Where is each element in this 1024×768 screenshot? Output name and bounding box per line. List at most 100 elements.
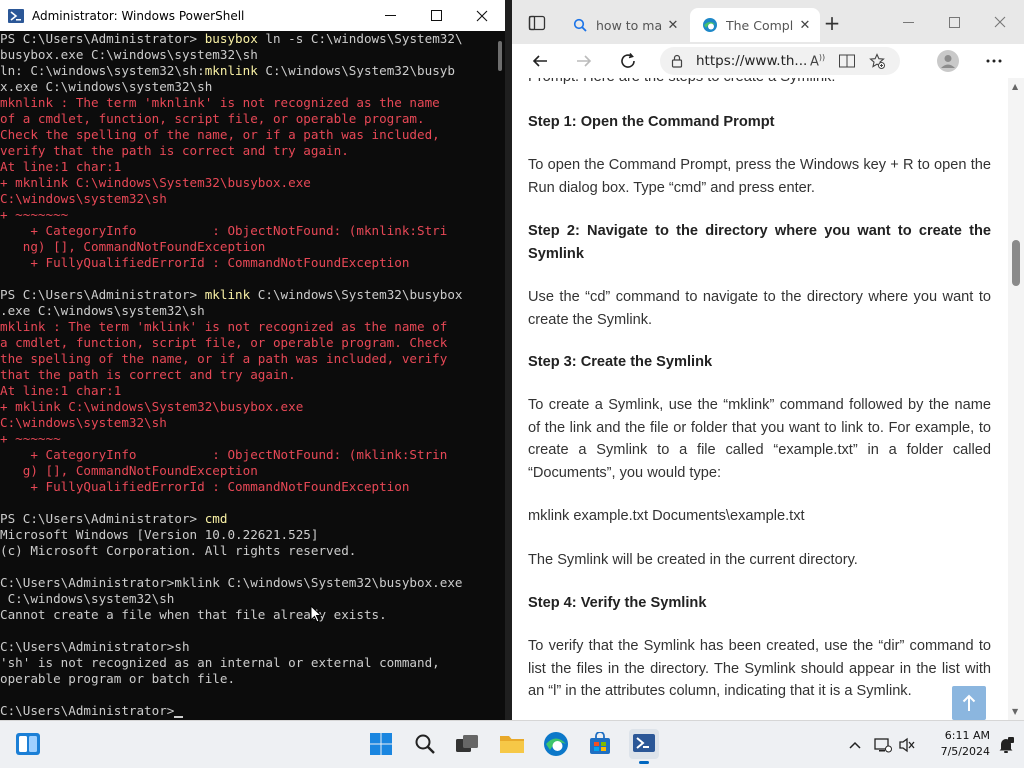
step3-heading: Step 3: Create the Symlink — [528, 354, 713, 370]
close-button[interactable] — [459, 0, 505, 31]
profile-button[interactable] — [936, 49, 960, 73]
console-text: g) [], CommandNotFoundException — [0, 463, 258, 478]
page-scrollbar[interactable]: ▲ ▼ — [1008, 78, 1024, 720]
console-line: C:\windows\system32\sh — [0, 191, 495, 207]
console-text: of a cmdlet, function, script file, or o… — [0, 111, 425, 126]
tab-article[interactable]: The Compl ✕ — [690, 8, 820, 42]
console-text: + FullyQualifiedErrorId : CommandNotFoun… — [0, 479, 410, 494]
mklink-example-line: mklink example.txt Documents\example.txt — [528, 508, 805, 524]
console-scrollbar-thumb[interactable] — [498, 41, 502, 71]
file-explorer-button[interactable] — [497, 729, 527, 759]
powershell-taskbar-button[interactable] — [629, 729, 659, 764]
store-icon — [590, 732, 610, 754]
speaker-muted-icon — [899, 737, 915, 753]
symlink-created-line: The Symlink will be created in the curre… — [528, 552, 858, 568]
start-button[interactable] — [366, 729, 396, 759]
console-line: Cannot create a file when that file alre… — [0, 607, 495, 623]
console-text: mknlink — [204, 63, 266, 78]
maximize-icon — [430, 10, 442, 21]
tab-actions-icon[interactable] — [528, 14, 546, 32]
console-text: + FullyQualifiedErrorId : CommandNotFoun… — [0, 255, 410, 270]
close-icon — [994, 16, 1006, 28]
console-text: + mklink C:\windows\System32\busybox.exe — [0, 399, 304, 414]
close-icon — [476, 10, 488, 21]
taskbar-clock[interactable]: 6:11 AM 7/5/2024 — [920, 728, 990, 760]
console-text: mklink : The term 'mklink' is not recogn… — [0, 319, 448, 334]
edge-minimize-button[interactable] — [884, 0, 932, 44]
console-line: At line:1 char:1 — [0, 383, 495, 399]
network-status-button[interactable] — [873, 735, 893, 755]
powershell-console[interactable]: PS C:\Users\Administrator> busybox ln -s… — [0, 31, 495, 720]
tab-bar: how to ma ✕ The Compl ✕ + — [512, 0, 1024, 44]
search-button[interactable] — [410, 729, 440, 759]
powershell-titlebar[interactable]: Administrator: Windows PowerShell — [0, 0, 505, 31]
tab-close-icon[interactable]: ✕ — [664, 18, 682, 33]
console-text: verify that the path is correct and try … — [0, 143, 349, 158]
powershell-window[interactable]: Administrator: Windows PowerShell PS C:\… — [0, 0, 505, 720]
edge-browser-icon — [544, 732, 568, 756]
windows-logo-icon — [370, 733, 392, 755]
forward-arrow-icon — [577, 55, 592, 67]
lock-icon[interactable] — [670, 54, 684, 68]
console-text: 'sh' is not recognized as an internal or… — [0, 655, 440, 670]
console-line: mknlink : The term 'mknlink' is not reco… — [0, 95, 495, 111]
read-aloud-icon[interactable]: A)) — [810, 53, 825, 69]
console-text: busybox — [204, 31, 266, 46]
tab-close-icon[interactable]: ✕ — [796, 18, 814, 33]
edge-window[interactable]: how to ma ✕ The Compl ✕ + https://www.th… — [512, 0, 1024, 720]
step4-paragraph: To verify that the Symlink has been crea… — [528, 638, 991, 699]
console-text: ln: C:\windows\system32\sh: — [0, 63, 205, 78]
edge-maximize-button[interactable] — [930, 0, 978, 44]
console-text: mknlink : The term 'mknlink' is not reco… — [0, 95, 440, 110]
notifications-button[interactable] — [996, 735, 1016, 755]
console-line: the spelling of the name, or if a path w… — [0, 351, 495, 367]
console-text: PS C:\Users\Administrator> — [0, 287, 205, 302]
article-content[interactable]: Prompt. Here are the steps to create a S… — [512, 78, 1008, 720]
console-text: + mknlink C:\windows\System32\busybox.ex… — [0, 175, 311, 190]
forward-button[interactable] — [572, 49, 596, 73]
show-hidden-icons-button[interactable] — [845, 735, 865, 755]
volume-button[interactable] — [897, 735, 917, 755]
page-scrollbar-thumb[interactable] — [1012, 240, 1020, 286]
console-text: C:\Users\Administrator> — [0, 703, 175, 718]
widgets-button[interactable] — [13, 729, 43, 759]
task-view-button[interactable] — [452, 729, 482, 759]
network-icon — [874, 738, 892, 753]
console-scrollbar[interactable] — [495, 31, 505, 720]
new-tab-button[interactable]: + — [820, 12, 844, 36]
console-text: C:\Users\Administrator>mklink C:\windows… — [0, 575, 463, 590]
console-line: operable program or batch file. — [0, 671, 495, 687]
step1-paragraph: To open the Command Prompt, press the Wi… — [528, 157, 991, 196]
favorites-star-icon[interactable] — [869, 53, 886, 69]
edge-close-button[interactable] — [976, 0, 1024, 44]
refresh-button[interactable] — [616, 49, 640, 73]
console-line: C:\windows\system32\sh — [0, 591, 495, 607]
store-taskbar-button[interactable] — [585, 729, 615, 759]
console-text: (c) Microsoft Corporation. All rights re… — [0, 543, 357, 558]
powershell-icon — [633, 734, 655, 752]
settings-more-button[interactable] — [982, 49, 1006, 73]
scroll-up-icon[interactable]: ▲ — [1012, 82, 1018, 91]
clock-time: 6:11 AM — [944, 729, 990, 742]
refresh-icon — [621, 52, 635, 68]
maximize-button[interactable] — [413, 0, 459, 31]
console-line: of a cmdlet, function, script file, or o… — [0, 111, 495, 127]
console-line: + CategoryInfo : ObjectNotFound: (mklink… — [0, 447, 495, 463]
immersive-reader-icon[interactable] — [839, 54, 856, 68]
console-line: Microsoft Windows [Version 10.0.22621.52… — [0, 527, 495, 543]
console-line: 'sh' is not recognized as an internal or… — [0, 655, 495, 671]
console-text: a cmdlet, function, script file, or oper… — [0, 335, 448, 350]
back-arrow-icon — [532, 55, 547, 67]
tab-search[interactable]: how to ma ✕ — [560, 8, 688, 42]
scroll-to-top-button[interactable] — [952, 686, 986, 720]
back-button[interactable] — [528, 49, 552, 73]
scroll-down-icon[interactable]: ▼ — [1012, 707, 1018, 716]
console-line: verify that the path is correct and try … — [0, 143, 495, 159]
minimize-button[interactable] — [367, 0, 413, 31]
edge-taskbar-button[interactable] — [541, 729, 571, 759]
console-line: + mknlink C:\windows\System32\busybox.ex… — [0, 175, 495, 191]
address-bar[interactable]: https://www.th... A)) — [660, 47, 900, 75]
